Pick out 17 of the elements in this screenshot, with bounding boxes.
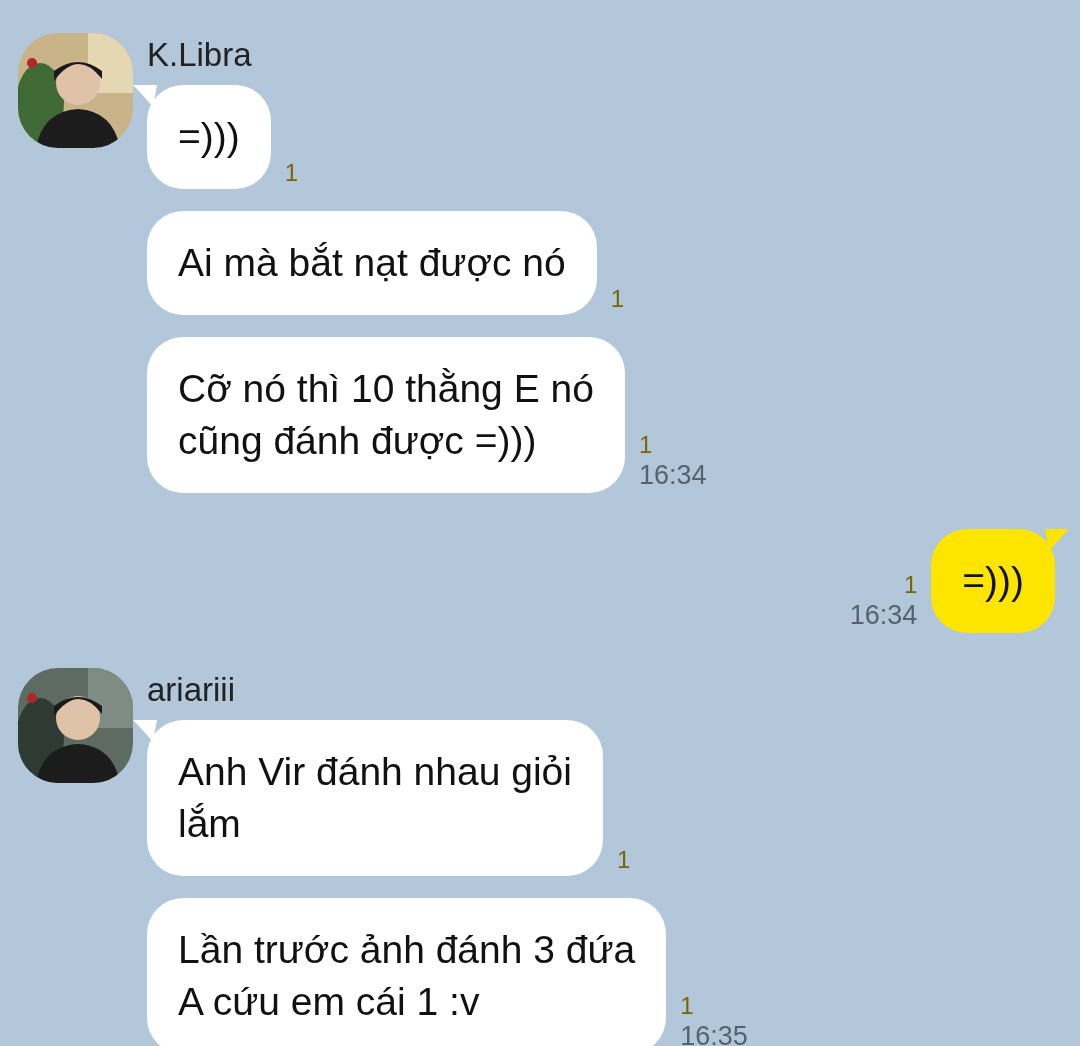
sender-name: K.Libra	[147, 35, 253, 75]
message-bubble: Ai mà bắt nạt được nó	[147, 211, 597, 315]
message-time: 16:35	[680, 1020, 748, 1046]
unread-count: 1	[638, 431, 653, 459]
message-time: 16:34	[638, 459, 707, 491]
sender-name: ariariii	[147, 670, 236, 710]
bubble-tail	[133, 720, 157, 742]
unread-count: 1	[610, 285, 625, 313]
bubble-tail	[133, 85, 157, 107]
bubble-tail	[1045, 529, 1069, 551]
message-bubble: Cỡ nó thì 10 thằng E nó cũng đánh được =)))	[147, 337, 625, 493]
unread-count: 1	[903, 571, 918, 599]
unread-count: 1	[680, 992, 694, 1020]
unread-count: 1	[616, 846, 631, 874]
message-bubble: Lần trước ảnh đánh 3 đứa A cứu em cái 1 :v	[147, 898, 667, 1046]
message-time: 16:34	[849, 599, 918, 631]
unread-count: 1	[284, 159, 299, 187]
